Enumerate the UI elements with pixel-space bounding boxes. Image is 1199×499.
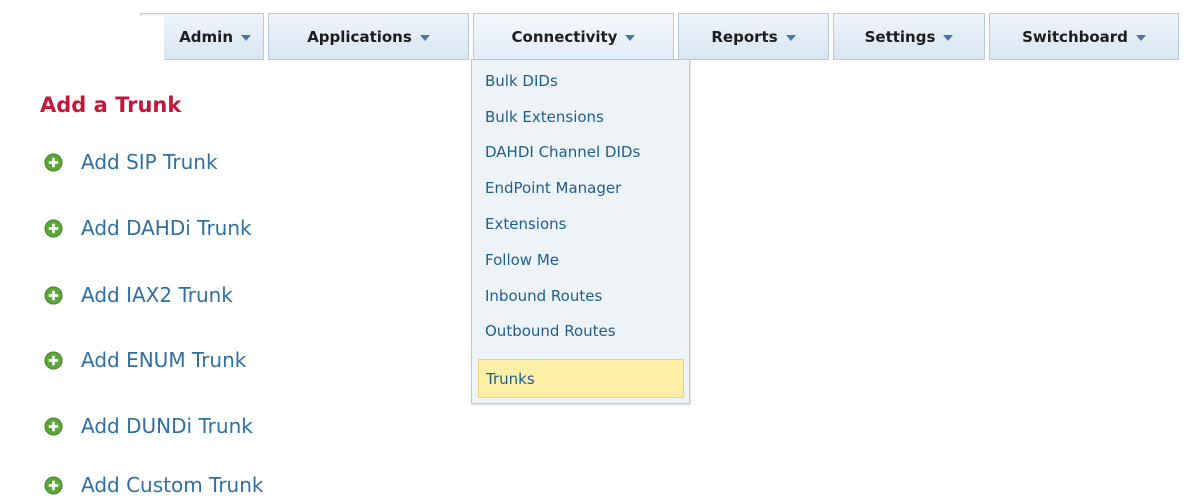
plus-circle-icon (44, 416, 63, 436)
dropdown-item-inbound-routes[interactable]: Inbound Routes (478, 279, 684, 313)
menu-connectivity-label: Connectivity (511, 27, 618, 46)
dropdown-item-trunks[interactable]: Trunks (478, 359, 684, 398)
plus-circle-icon (44, 285, 63, 305)
add-dahdi-trunk-link[interactable]: Add DAHDi Trunk (44, 214, 252, 242)
plus-circle-icon (44, 475, 63, 495)
dropdown-item-extensions[interactable]: Extensions (478, 207, 684, 241)
chevron-down-icon (1135, 34, 1146, 41)
dropdown-item-dahdi-channel-dids[interactable]: DAHDI Channel DIDs (478, 135, 684, 169)
menu-applications-label: Applications (307, 27, 412, 46)
connectivity-dropdown: Bulk DIDs Bulk Extensions DAHDI Channel … (471, 59, 690, 404)
chevron-down-icon (625, 34, 636, 41)
dropdown-item-label: Trunks (486, 369, 535, 388)
dropdown-item-label: Bulk Extensions (485, 108, 604, 126)
link-label: Add DUNDi Trunk (81, 414, 253, 438)
logo-area (7, 16, 164, 66)
plus-circle-icon (44, 350, 63, 370)
dropdown-item-outbound-routes[interactable]: Outbound Routes (478, 314, 684, 348)
link-label: Add DAHDi Trunk (81, 216, 252, 240)
dropdown-item-label: Bulk DIDs (485, 72, 558, 90)
main-menubar: Admin Applications Connectivity Reports … (140, 13, 1183, 60)
menu-applications[interactable]: Applications (268, 13, 469, 60)
dropdown-item-label: EndPoint Manager (485, 179, 622, 197)
dropdown-item-label: Follow Me (485, 251, 559, 269)
menu-switchboard-label: Switchboard (1022, 27, 1128, 46)
dropdown-item-bulk-extensions[interactable]: Bulk Extensions (478, 100, 684, 134)
menu-settings[interactable]: Settings (833, 13, 985, 60)
add-dundi-trunk-link[interactable]: Add DUNDi Trunk (44, 412, 253, 440)
dropdown-item-label: Outbound Routes (485, 322, 616, 340)
add-sip-trunk-link[interactable]: Add SIP Trunk (44, 148, 218, 176)
link-label: Add Custom Trunk (81, 473, 264, 497)
menu-settings-label: Settings (864, 27, 936, 46)
dropdown-item-bulk-dids[interactable]: Bulk DIDs (478, 64, 684, 98)
add-custom-trunk-link[interactable]: Add Custom Trunk (44, 471, 264, 499)
link-label: Add IAX2 Trunk (81, 283, 233, 307)
add-iax2-trunk-link[interactable]: Add IAX2 Trunk (44, 281, 233, 309)
page-title: Add a Trunk (40, 93, 182, 117)
chevron-down-icon (241, 34, 251, 41)
dropdown-item-follow-me[interactable]: Follow Me (478, 243, 684, 277)
menu-connectivity[interactable]: Connectivity (473, 13, 674, 60)
dropdown-item-label: Inbound Routes (485, 287, 603, 305)
link-label: Add SIP Trunk (81, 150, 218, 174)
plus-circle-icon (44, 218, 63, 238)
add-enum-trunk-link[interactable]: Add ENUM Trunk (44, 346, 246, 374)
link-label: Add ENUM Trunk (81, 348, 247, 372)
menu-switchboard[interactable]: Switchboard (989, 13, 1179, 60)
chevron-down-icon (785, 34, 796, 41)
menu-admin-label: Admin (179, 27, 233, 46)
plus-circle-icon (44, 152, 63, 172)
dropdown-item-endpoint-manager[interactable]: EndPoint Manager (478, 171, 684, 205)
chevron-down-icon (419, 34, 430, 41)
dropdown-item-label: DAHDI Channel DIDs (485, 143, 641, 161)
menu-reports[interactable]: Reports (678, 13, 829, 60)
menu-reports-label: Reports (711, 27, 778, 46)
chevron-down-icon (943, 34, 954, 41)
dropdown-item-label: Extensions (485, 215, 567, 233)
